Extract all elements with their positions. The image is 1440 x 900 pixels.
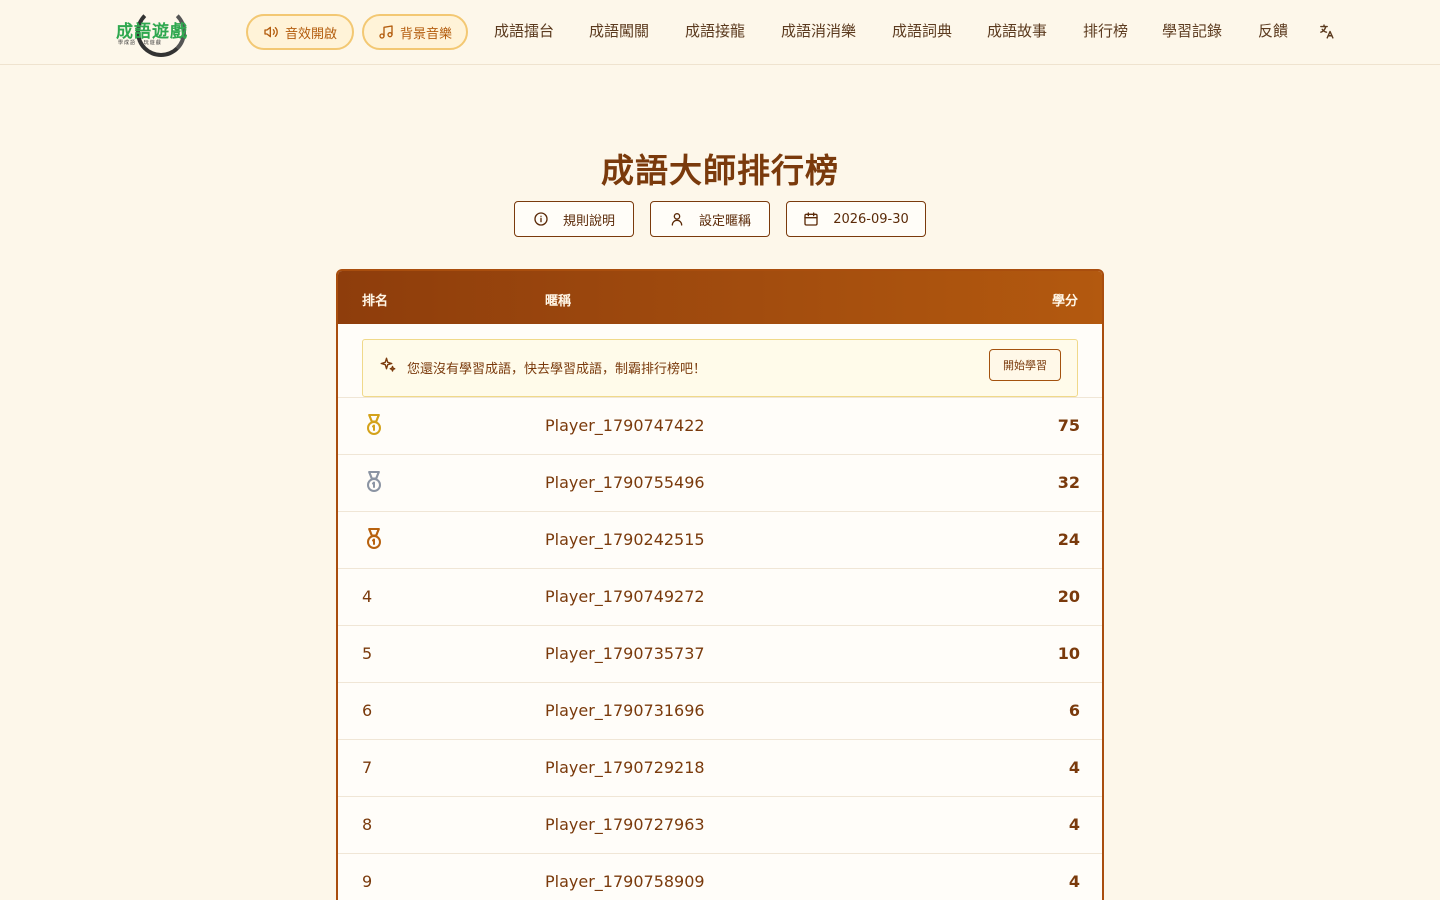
rank-number: 6 — [362, 701, 373, 720]
player-nickname: Player_1790755496 — [545, 473, 705, 492]
player-score: 10 — [1057, 644, 1080, 663]
silver-medal-icon — [367, 471, 381, 492]
nav-dictionary[interactable]: 成語詞典 — [892, 20, 952, 41]
bronze-medal-icon — [367, 528, 381, 549]
set-nickname-button[interactable]: 設定暱稱 — [650, 201, 770, 237]
player-score: 20 — [1057, 587, 1080, 606]
leaderboard-row: 8 Player_1790727963 4 — [338, 796, 1102, 853]
column-score: 學分 — [1051, 294, 1078, 309]
nav-leaderboard[interactable]: 排行榜 — [1083, 20, 1128, 41]
player-nickname: Player_1790747422 — [545, 416, 705, 435]
player-nickname: Player_1790242515 — [545, 530, 705, 549]
rank-number: 9 — [362, 872, 373, 891]
player-score: 75 — [1057, 416, 1080, 435]
logo-subtext: 學成語 · 玩遊戲 — [118, 40, 162, 46]
sound-toggle-label: 音效開啟 — [284, 26, 337, 42]
leaderboard-row: 6 Player_1790731696 6 — [338, 682, 1102, 739]
leaderboard-header-row: 排名 暱稱 學分 — [338, 271, 1102, 324]
music-toggle-button[interactable]: 背景音樂 — [362, 14, 468, 50]
nav-feedback[interactable]: 反饋 — [1258, 20, 1288, 41]
info-icon — [534, 212, 548, 226]
player-nickname: Player_1790727963 — [545, 815, 705, 834]
calendar-icon — [804, 212, 818, 226]
player-score: 32 — [1057, 473, 1080, 492]
leaderboard-row: 9 Player_1790758909 4 — [338, 853, 1102, 900]
leaderboard-row: 7 Player_1790729218 4 — [338, 739, 1102, 796]
set-nickname-label: 設定暱稱 — [698, 213, 751, 229]
column-rank: 排名 — [362, 294, 389, 309]
player-nickname: Player_1790729218 — [545, 758, 705, 777]
study-notice: 您還沒有學習成語，快去學習成語，制霸排行榜吧！ 開始學習 — [362, 339, 1078, 397]
nav-chain[interactable]: 成語接龍 — [685, 20, 745, 41]
player-nickname: Player_1790749272 — [545, 587, 705, 606]
rank-number: 5 — [362, 644, 373, 663]
speaker-icon — [264, 26, 278, 38]
top-navigation-bar: 成語遊戲 學成語 · 玩遊戲 音效開啟 背景音樂 成語擂台 成語闖關 成語接龍 … — [0, 0, 1440, 65]
rules-button-label: 規則說明 — [562, 213, 615, 229]
leaderboard-row: Player_1790242515 24 — [338, 511, 1102, 568]
player-nickname: Player_1790735737 — [545, 644, 705, 663]
music-toggle-label: 背景音樂 — [399, 26, 452, 42]
sparkle-icon — [380, 357, 396, 372]
nav-levels[interactable]: 成語闖關 — [589, 20, 649, 41]
nav-arena[interactable]: 成語擂台 — [494, 20, 554, 41]
site-logo[interactable]: 成語遊戲 學成語 · 玩遊戲 — [116, 6, 202, 58]
music-note-icon — [379, 25, 393, 39]
translate-icon[interactable] — [1318, 23, 1335, 40]
gold-medal-icon — [367, 414, 381, 435]
rank-number: 7 — [362, 758, 373, 777]
date-picker-button[interactable]: 2026-09-30 — [786, 201, 926, 237]
user-icon — [671, 213, 683, 226]
player-score: 4 — [1068, 872, 1080, 891]
nav-stories[interactable]: 成語故事 — [987, 20, 1047, 41]
rank-number: 4 — [362, 587, 373, 606]
start-learning-button[interactable]: 開始學習 — [989, 349, 1061, 381]
rules-button[interactable]: 規則說明 — [514, 201, 634, 237]
player-nickname: Player_1790758909 — [545, 872, 705, 891]
leaderboard-table: 排名 暱稱 學分 您還沒有學習成語，快去學習成語，制霸排行榜吧！ 開始學習 Pl… — [336, 269, 1104, 900]
nav-study-history[interactable]: 學習記錄 — [1162, 20, 1222, 41]
date-picker-label: 2026-09-30 — [833, 211, 909, 227]
leaderboard-row: Player_1790747422 75 — [338, 397, 1102, 454]
column-nickname: 暱稱 — [545, 294, 572, 309]
nav-match[interactable]: 成語消消樂 — [781, 20, 856, 41]
sound-toggle-button[interactable]: 音效開啟 — [246, 14, 354, 50]
player-score: 4 — [1068, 815, 1080, 834]
leaderboard-row: 5 Player_1790735737 10 — [338, 625, 1102, 682]
rank-number: 8 — [362, 815, 373, 834]
leaderboard-row: 4 Player_1790749272 20 — [338, 568, 1102, 625]
study-notice-text: 您還沒有學習成語，快去學習成語，制霸排行榜吧！ — [407, 362, 707, 377]
leaderboard-row: Player_1790755496 32 — [338, 454, 1102, 511]
player-nickname: Player_1790731696 — [545, 701, 705, 720]
player-score: 24 — [1057, 530, 1080, 549]
player-score: 4 — [1068, 758, 1080, 777]
page-title: 成語大師排行榜 — [601, 151, 839, 190]
player-score: 6 — [1068, 701, 1080, 720]
